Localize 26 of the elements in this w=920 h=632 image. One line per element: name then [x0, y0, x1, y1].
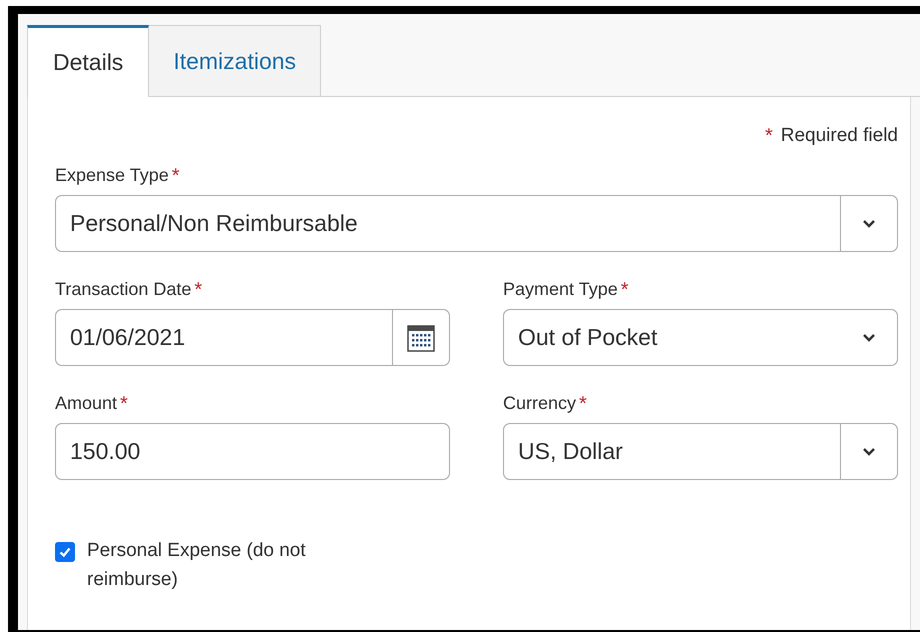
field-label: Currency: [503, 393, 576, 414]
checkbox-label: Personal Expense (do not reimburse): [87, 539, 307, 592]
calendar-icon: [407, 324, 435, 352]
select-field[interactable]: US, Dollar: [503, 423, 898, 480]
input-field[interactable]: 150.00: [55, 423, 450, 480]
chevron-down-icon: [862, 219, 876, 228]
tab[interactable]: Details: [27, 25, 150, 97]
calendar-button[interactable]: [393, 309, 450, 366]
field-label: Payment Type: [503, 279, 618, 300]
checkbox[interactable]: [55, 542, 75, 562]
chevron-down-icon: [862, 333, 876, 342]
required-mark: *: [579, 393, 587, 416]
required-mark: *: [620, 279, 629, 302]
required-mark: *: [172, 165, 180, 188]
required-mark: *: [194, 279, 202, 302]
select-field[interactable]: Personal/Non Reimbursable: [55, 195, 898, 252]
field-label: Expense Type: [55, 165, 169, 186]
required-mark: *: [120, 393, 128, 416]
date-field[interactable]: 01/06/2021: [55, 309, 393, 366]
field-label: Amount: [55, 393, 118, 414]
required-mark: *: [764, 124, 773, 148]
required-note: Required field: [780, 125, 898, 147]
chevron-down-icon: [862, 447, 876, 456]
tab[interactable]: Itemizations: [149, 25, 322, 96]
field-label: Transaction Date: [55, 279, 192, 300]
select-field[interactable]: Out of Pocket: [503, 309, 898, 366]
